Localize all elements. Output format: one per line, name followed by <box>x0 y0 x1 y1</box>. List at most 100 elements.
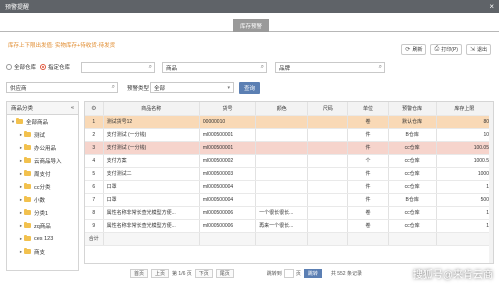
col-header-unit[interactable]: 单位 <box>347 102 389 116</box>
cell-no: 9 <box>85 219 104 233</box>
table-row[interactable]: 6 口罩 ml000500004 件 cc仓库 1 <box>85 180 493 194</box>
warning-type-select[interactable]: 全部 ▾ <box>150 82 234 93</box>
cell-warehouse: B仓库 <box>388 193 437 207</box>
warning-type-label: 预警类型 <box>127 86 150 92</box>
chevron-down-icon: ▾ <box>227 85 230 91</box>
cell-code: ml000500004 <box>199 193 257 207</box>
col-header-name[interactable]: 商品名称 <box>103 102 200 116</box>
exit-button[interactable]: ⇲ 退出 <box>465 44 491 55</box>
cell-code: ml000500002 <box>199 154 257 168</box>
goods-input[interactable]: 商品 ⌕ <box>162 62 267 73</box>
toolbar: ⟳ 刷新 ⎙ 打印(P) ⇲ 退出 <box>401 44 491 55</box>
table-row[interactable]: 7 口罩 ml000500004 件 B仓库 500 <box>85 193 493 207</box>
cell-code: ml000500006 <box>199 206 257 220</box>
filter-row: 全部仓库 指定仓库 <box>6 63 74 71</box>
search-icon[interactable]: ⌕ <box>149 64 152 71</box>
tree-item[interactable]: ▸ 测试 <box>7 128 78 141</box>
tree-item[interactable]: ▾ 全部商品 <box>7 115 78 128</box>
collapse-icon[interactable]: « <box>71 105 74 111</box>
table-row[interactable]: 3 支付测试 (一分钱) ml000500001 件 cc仓库 100.05 <box>85 141 493 155</box>
tree-item[interactable]: ▸ 小数 <box>7 193 78 206</box>
cell-code: ml000500006 <box>199 219 257 233</box>
table-row[interactable]: 4 支付方案 ml000500002 个 cc仓库 1000.5 <box>85 154 493 168</box>
prev-page-button[interactable]: 上页 <box>151 268 170 278</box>
cell-size <box>307 128 349 142</box>
tree-item[interactable]: ▸ 周支付 <box>7 167 78 180</box>
tree-item-label: 云商品导入 <box>34 158 62 165</box>
tree-header: 商品分类 « <box>7 102 78 115</box>
search-icon[interactable]: ⌕ <box>112 84 115 91</box>
brand-placeholder: 品牌 <box>279 65 291 72</box>
cell-size <box>307 167 349 181</box>
table-row[interactable]: 9 属性名称非常长查光模型方便... ml000500006 再来一个很长... 卷 cc… <box>85 219 493 233</box>
cell-limit: 500 <box>436 193 493 207</box>
col-header-limit[interactable]: 库存上限 <box>436 102 493 116</box>
folder-icon <box>24 209 31 215</box>
close-icon[interactable]: × <box>489 2 494 11</box>
tree-item-label: zq商品 <box>34 223 51 230</box>
next-page-button[interactable]: 下页 <box>194 268 213 278</box>
search-icon[interactable]: ⌕ <box>379 64 382 71</box>
vertical-scrollbar[interactable] <box>489 102 493 263</box>
table-body: 1 测试货号12 00000010 卷默认仓库 80 2 支付测试 (一分钱) ml00050… <box>85 115 493 233</box>
refresh-button[interactable]: ⟳ 刷新 <box>401 44 427 55</box>
tree-item[interactable]: ▸ 云商品导入 <box>7 154 78 167</box>
warehouse-input[interactable]: ⌕ <box>81 62 155 73</box>
search-icon[interactable]: ⌕ <box>261 64 264 71</box>
radio-specified-warehouse[interactable]: 指定仓库 <box>40 63 70 71</box>
table-row[interactable]: 8 属性名称非常长查光模型方便... ml000500006 一个很长很长... 卷 cc… <box>85 206 493 220</box>
tree-item[interactable]: ▸ cc分类 <box>7 180 78 193</box>
radio-dot[interactable] <box>40 64 47 70</box>
exit-label: 退出 <box>476 47 487 53</box>
folder-icon <box>24 248 31 254</box>
go-button[interactable]: 跳转 <box>303 268 322 278</box>
cell-color <box>255 128 309 142</box>
dialog-title: 预警提醒 <box>5 5 30 11</box>
tree-item[interactable]: ▸ ces 123 <box>7 232 78 245</box>
table-header-row: ⚙ 商品名称 货号 颜色 尺码 单位 预警仓库 库存上限 <box>85 102 493 116</box>
folder-icon <box>24 170 31 176</box>
cell-size <box>307 141 349 155</box>
cell-limit: 100.05 <box>436 141 493 155</box>
first-page-button[interactable]: 首页 <box>130 268 149 278</box>
tab-stock-warning[interactable]: 库存预警 <box>233 19 269 32</box>
table-row[interactable]: 1 测试货号12 00000010 卷默认仓库 80 <box>85 115 493 129</box>
radio-dot[interactable] <box>6 64 12 70</box>
tree-item[interactable]: ▸ 办公用品 <box>7 141 78 154</box>
tree-item-label: 小数 <box>34 197 46 204</box>
query-button[interactable]: 查询 <box>239 82 260 94</box>
cell-no: 3 <box>85 141 104 155</box>
tree-item-label: 测试 <box>34 132 46 139</box>
brand-input[interactable]: 品牌 ⌕ <box>275 62 385 73</box>
print-label: 打印(P) <box>441 47 458 53</box>
cell-name: 支付测试 (一分钱) <box>103 141 200 155</box>
column-settings[interactable]: ⚙ <box>85 102 104 116</box>
tree-item[interactable]: ▸ 分类1 <box>7 206 78 219</box>
cell-warehouse: cc仓库 <box>388 180 437 194</box>
cell-name: 属性名称非常长查光模型方便... <box>103 206 200 220</box>
table-row[interactable]: 5 支付测试二 ml000500003 件 cc仓库 1000 <box>85 167 493 181</box>
cell-no: 6 <box>85 180 104 194</box>
folder-icon <box>24 131 31 137</box>
tree-item[interactable]: ▸ zq商品 <box>7 219 78 232</box>
col-header-size[interactable]: 尺码 <box>307 102 349 116</box>
cell-size <box>307 206 349 220</box>
gear-icon[interactable]: ⚙ <box>91 106 96 112</box>
print-button[interactable]: ⎙ 打印(P) <box>430 44 462 55</box>
radio-all-label: 全部仓库 <box>14 65 37 71</box>
page-number-input[interactable] <box>283 268 294 278</box>
col-header-color[interactable]: 颜色 <box>255 102 309 116</box>
last-page-button[interactable]: 尾页 <box>215 268 234 278</box>
cell-no: 4 <box>85 154 104 168</box>
table-row[interactable]: 2 支付测试 (一分钱) ml000500001 件 B仓库 10 <box>85 128 493 142</box>
col-header-warehouse[interactable]: 预警仓库 <box>388 102 437 116</box>
print-icon: ⎙ <box>434 46 440 52</box>
cell-limit: 1 <box>436 180 493 194</box>
tree-item[interactable]: ▸ 商支 <box>7 245 78 258</box>
supplier-input[interactable]: 供应商 ⌕ <box>6 82 118 93</box>
tab-bar: 库存预警 <box>0 13 499 32</box>
radio-all-warehouses[interactable]: 全部仓库 <box>6 63 36 71</box>
col-header-code[interactable]: 货号 <box>199 102 257 116</box>
cell-code: ml000500001 <box>199 141 257 155</box>
folder-icon <box>24 157 31 163</box>
